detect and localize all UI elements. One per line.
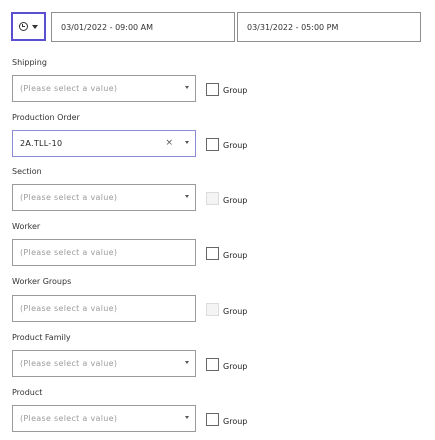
clear-icon[interactable]: × bbox=[165, 138, 173, 148]
chevron-down-icon bbox=[185, 361, 189, 364]
shipping-group-label: Group bbox=[223, 86, 248, 95]
start-date-input[interactable]: 03/01/2022 - 09:00 AM bbox=[51, 12, 235, 42]
product-family-group-label: Group bbox=[223, 362, 248, 371]
worker-groups-group-checkbox bbox=[206, 303, 219, 316]
product-group-label: Group bbox=[223, 417, 248, 426]
worker-groups-group-label: Group bbox=[223, 307, 248, 316]
section-group-checkbox bbox=[206, 192, 219, 205]
worker-groups-placeholder: (Please select a value) bbox=[20, 304, 118, 313]
end-date-value: 03/31/2022 - 05:00 PM bbox=[247, 22, 339, 32]
section-select[interactable]: (Please select a value) bbox=[12, 184, 196, 211]
chevron-down-icon bbox=[185, 416, 189, 419]
shipping-select[interactable]: (Please select a value) bbox=[12, 75, 196, 102]
product-select[interactable]: (Please select a value) bbox=[12, 405, 196, 432]
section-placeholder: (Please select a value) bbox=[20, 193, 118, 202]
product-group-checkbox[interactable] bbox=[206, 413, 219, 426]
production-order-select[interactable]: 2A.TLL-10 × bbox=[12, 130, 196, 157]
filter-label-worker-groups: Worker Groups bbox=[12, 277, 72, 286]
section-group-label: Group bbox=[223, 196, 248, 205]
filter-label-shipping: Shipping bbox=[12, 58, 47, 67]
shipping-placeholder: (Please select a value) bbox=[20, 84, 118, 93]
product-family-placeholder: (Please select a value) bbox=[20, 359, 118, 368]
worker-groups-select[interactable]: (Please select a value) bbox=[12, 295, 196, 322]
chevron-down-icon bbox=[185, 141, 189, 144]
clock-icon bbox=[19, 22, 28, 31]
worker-group-label: Group bbox=[223, 251, 248, 260]
filter-label-section: Section bbox=[12, 167, 42, 176]
chevron-down-icon bbox=[32, 24, 38, 29]
production-order-group-label: Group bbox=[223, 141, 248, 150]
product-family-group-checkbox[interactable] bbox=[206, 358, 219, 371]
production-order-group-checkbox[interactable] bbox=[206, 138, 219, 151]
date-range-preset-button[interactable] bbox=[11, 12, 46, 41]
end-date-input[interactable]: 03/31/2022 - 05:00 PM bbox=[237, 12, 421, 42]
start-date-value: 03/01/2022 - 09:00 AM bbox=[61, 22, 154, 32]
worker-group-checkbox[interactable] bbox=[206, 247, 219, 260]
production-order-value: 2A.TLL-10 bbox=[20, 139, 63, 148]
filter-label-production-order: Production Order bbox=[12, 113, 80, 122]
worker-select[interactable]: (Please select a value) bbox=[12, 239, 196, 266]
product-placeholder: (Please select a value) bbox=[20, 414, 118, 423]
filter-label-product-family: Product Family bbox=[12, 333, 71, 342]
worker-placeholder: (Please select a value) bbox=[20, 248, 118, 257]
chevron-down-icon bbox=[185, 195, 189, 198]
product-family-select[interactable]: (Please select a value) bbox=[12, 350, 196, 377]
shipping-group-checkbox[interactable] bbox=[206, 83, 219, 96]
filter-label-worker: Worker bbox=[12, 222, 41, 231]
filter-label-product: Product bbox=[12, 388, 43, 397]
chevron-down-icon bbox=[185, 86, 189, 89]
